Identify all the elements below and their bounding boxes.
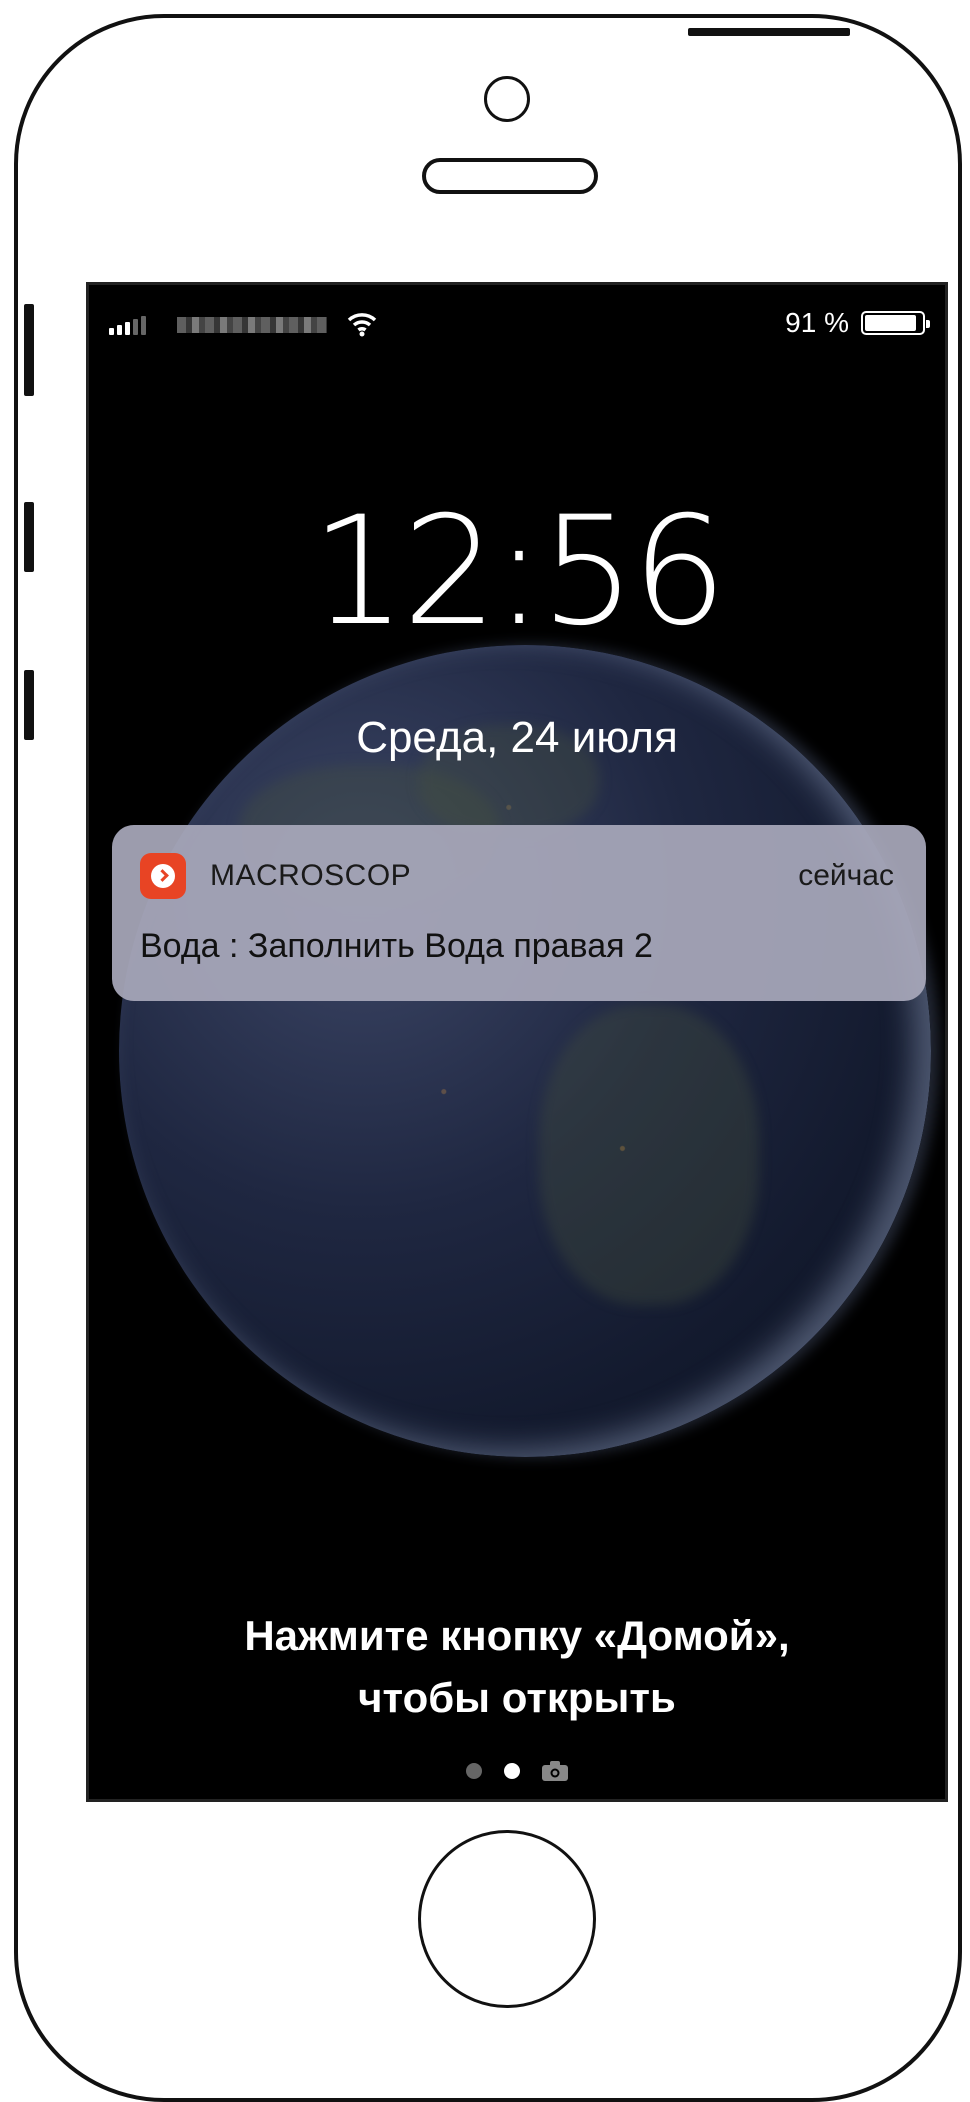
earpiece-speaker (422, 158, 598, 194)
mute-switch (24, 304, 34, 396)
lock-date: Среда, 24 июля (356, 713, 678, 762)
home-button[interactable] (418, 1830, 596, 2008)
earth-wallpaper (119, 645, 931, 1457)
status-bar: 91 % (89, 285, 945, 345)
macroscop-app-icon (140, 853, 186, 899)
front-camera (484, 76, 530, 122)
notification-timestamp: сейчас (798, 859, 894, 892)
notification-message: Вода : Заполнить Вода правая 2 (140, 927, 653, 965)
camera-icon[interactable] (542, 1761, 568, 1781)
signal-icon (109, 315, 146, 335)
volume-up-button (24, 502, 34, 572)
unlock-hint-line2: чтобы открыть (358, 1674, 676, 1721)
carrier-name-blurred (177, 317, 327, 333)
page-indicator[interactable] (89, 1761, 945, 1781)
page-dot[interactable] (466, 1763, 482, 1779)
notification-card[interactable]: MACROSCOP сейчас Вода : Заполнить Вода п… (112, 825, 926, 1001)
volume-down-button (24, 670, 34, 740)
battery-percent: 91 % (785, 307, 849, 338)
unlock-hint-line1: Нажмите кнопку «Домой», (244, 1612, 790, 1659)
unlock-hint: Нажмите кнопку «Домой», чтобы открыть (89, 1605, 945, 1729)
battery-icon (861, 311, 930, 335)
phone-frame: 91 % 12:56 Среда, 24 июля MACROSCOP сейч… (14, 14, 962, 2102)
lock-screen: 91 % 12:56 Среда, 24 июля MACROSCOP сейч… (86, 282, 948, 1802)
lock-time: 12:56 (310, 485, 727, 659)
notification-app-name: MACROSCOP (210, 859, 412, 892)
wifi-icon (347, 313, 377, 337)
power-button (688, 28, 850, 36)
page-dot-active[interactable] (504, 1763, 520, 1779)
